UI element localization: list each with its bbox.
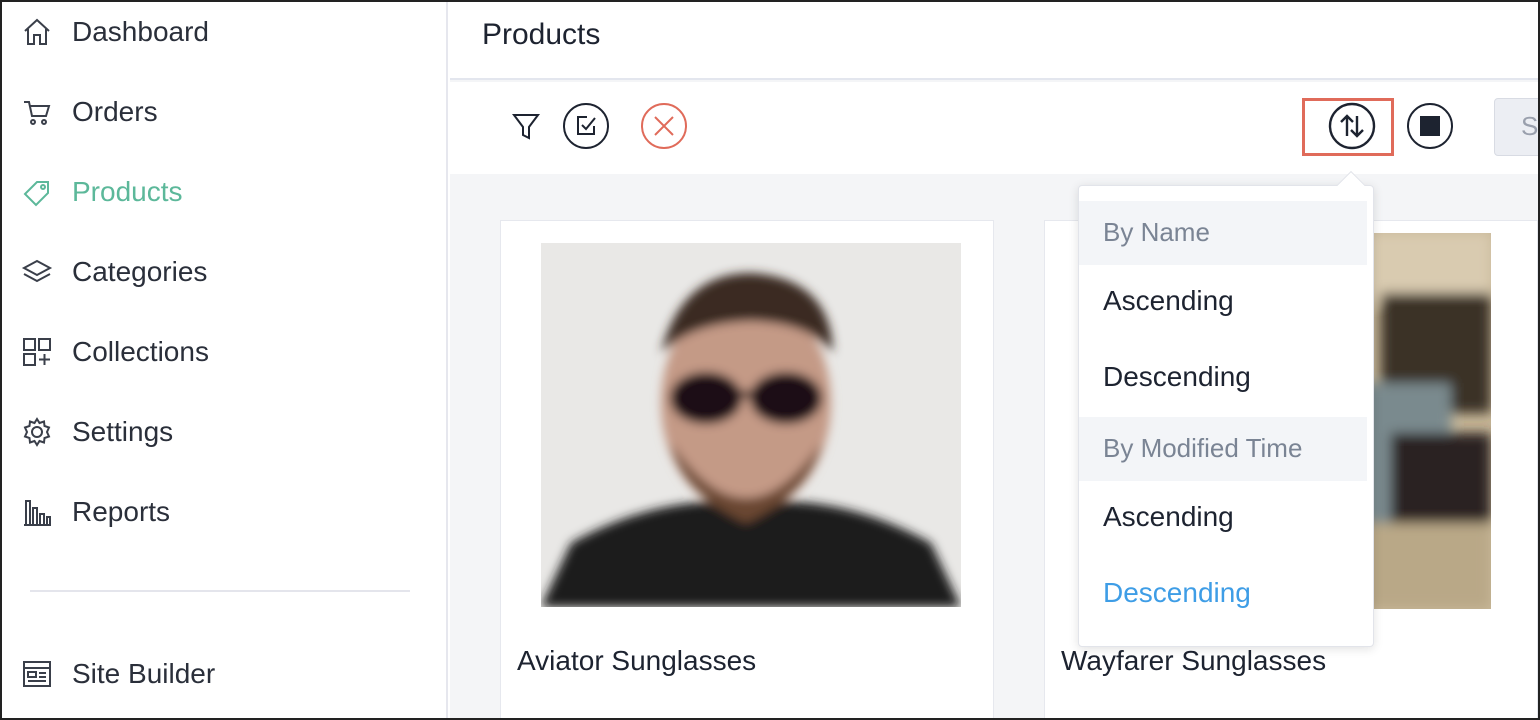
home-icon xyxy=(20,15,54,49)
sidebar-item-dashboard[interactable]: Dashboard xyxy=(20,12,209,52)
sidebar-item-products[interactable]: Products xyxy=(20,172,183,212)
cart-icon xyxy=(20,95,54,129)
sort-modified-descending[interactable]: Descending xyxy=(1079,561,1367,631)
collections-grid-icon xyxy=(20,335,54,369)
filter-button[interactable] xyxy=(502,104,550,152)
sidebar-item-label: Collections xyxy=(72,336,209,367)
site-builder-icon xyxy=(20,657,54,691)
sidebar-item-categories[interactable]: Categories xyxy=(20,252,207,292)
product-card[interactable]: Aviator Sunglasses xyxy=(500,220,994,718)
page-title: Products xyxy=(482,18,601,51)
sidebar-item-label: Orders xyxy=(72,96,158,127)
bar-chart-icon xyxy=(20,495,54,529)
sidebar-item-site-builder[interactable]: Site Builder xyxy=(20,654,215,694)
sidebar-item-orders[interactable]: Orders xyxy=(20,92,158,132)
sidebar-item-label: Categories xyxy=(72,256,208,287)
main-content: Products S Aviator Sunglasses Wayfarer S… xyxy=(450,2,1538,718)
app-window: Dashboard Orders Products Categories Col… xyxy=(0,0,1540,720)
gear-icon xyxy=(20,415,54,449)
clear-selection-button[interactable] xyxy=(640,102,688,155)
sidebar-item-reports[interactable]: Reports xyxy=(20,492,170,532)
close-circle-icon xyxy=(640,102,688,155)
layers-icon xyxy=(20,255,54,289)
select-button[interactable] xyxy=(562,102,610,155)
grid-view-icon xyxy=(1406,102,1454,155)
toolbar: S xyxy=(450,82,1538,174)
filter-icon xyxy=(510,110,542,147)
tag-icon xyxy=(20,175,54,209)
sidebar-item-collections[interactable]: Collections xyxy=(20,332,209,372)
search-button[interactable]: S xyxy=(1494,98,1538,156)
sidebar-item-label: Site Builder xyxy=(72,658,216,689)
sort-name-ascending[interactable]: Ascending xyxy=(1079,269,1367,339)
sort-group-by-modified-time: By Modified Time xyxy=(1079,417,1367,481)
sidebar-item-label: Dashboard xyxy=(72,16,209,47)
sidebar-item-label: Products xyxy=(72,176,183,207)
select-checkbox-icon xyxy=(562,102,610,155)
sort-group-by-name: By Name xyxy=(1079,201,1367,265)
sort-arrows-icon xyxy=(1328,102,1376,155)
sort-modified-ascending[interactable]: Ascending xyxy=(1079,485,1367,555)
sidebar-item-label: Settings xyxy=(72,416,174,447)
sort-dropdown: By Name Ascending Descending By Modified… xyxy=(1078,170,1374,647)
product-image xyxy=(541,243,961,607)
page-header: Products xyxy=(450,2,1538,80)
sidebar-divider xyxy=(30,590,410,592)
sidebar-item-settings[interactable]: Settings xyxy=(20,412,173,452)
sort-button[interactable] xyxy=(1328,102,1376,155)
grid-view-button[interactable] xyxy=(1406,102,1454,155)
sort-name-descending[interactable]: Descending xyxy=(1079,345,1367,415)
sidebar: Dashboard Orders Products Categories Col… xyxy=(2,2,448,718)
sidebar-item-label: Reports xyxy=(72,496,171,527)
product-name: Wayfarer Sunglasses xyxy=(1061,645,1327,676)
product-image xyxy=(1361,233,1491,609)
product-name: Aviator Sunglasses xyxy=(517,645,757,676)
